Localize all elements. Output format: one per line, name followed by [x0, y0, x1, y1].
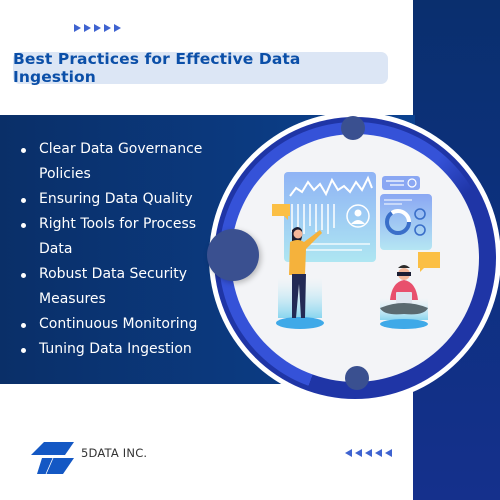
- arrow-right-icon: [74, 24, 81, 32]
- list-item: Continuous Monitoring: [20, 312, 220, 337]
- man-with-vr-headset: [380, 265, 428, 329]
- list-item: Clear Data Governance Policies: [20, 137, 220, 187]
- ring-dot-bottom: [345, 366, 369, 390]
- brand-name: 5DATA INC.: [81, 446, 148, 460]
- arrow-right-icon: [84, 24, 91, 32]
- arrow-left-icon: [385, 449, 392, 457]
- list-item: Tuning Data Ingestion: [20, 337, 220, 362]
- list-item: Ensuring Data Quality: [20, 187, 220, 212]
- arrow-right-icon: [114, 24, 121, 32]
- practices-list: Clear Data Governance Policies Ensuring …: [20, 137, 220, 362]
- mini-panel: [382, 176, 420, 190]
- data-team-illustration: [272, 172, 440, 329]
- arrow-left-icon: [365, 449, 372, 457]
- chat-bubble-icon: [418, 252, 440, 272]
- arrow-left-icon: [345, 449, 352, 457]
- title-banner: Best Practices for Effective Data Ingest…: [13, 50, 388, 86]
- arrow-right-icon: [104, 24, 111, 32]
- chat-bubble-icon: [272, 204, 290, 220]
- page-title: Best Practices for Effective Data Ingest…: [13, 50, 301, 86]
- ring-dot-top: [341, 116, 365, 140]
- list-item: Robust Data Security Measures: [20, 262, 210, 312]
- arrow-left-icon: [375, 449, 382, 457]
- 5data-logo-icon: [31, 442, 74, 474]
- arrow-left-icon: [355, 449, 362, 457]
- ring-dot-left: [207, 229, 259, 281]
- arrow-right-icon: [94, 24, 101, 32]
- list-item: Right Tools for Process Data: [20, 212, 215, 262]
- decor-arrows-right: [74, 24, 121, 32]
- decor-arrows-left: [345, 449, 392, 457]
